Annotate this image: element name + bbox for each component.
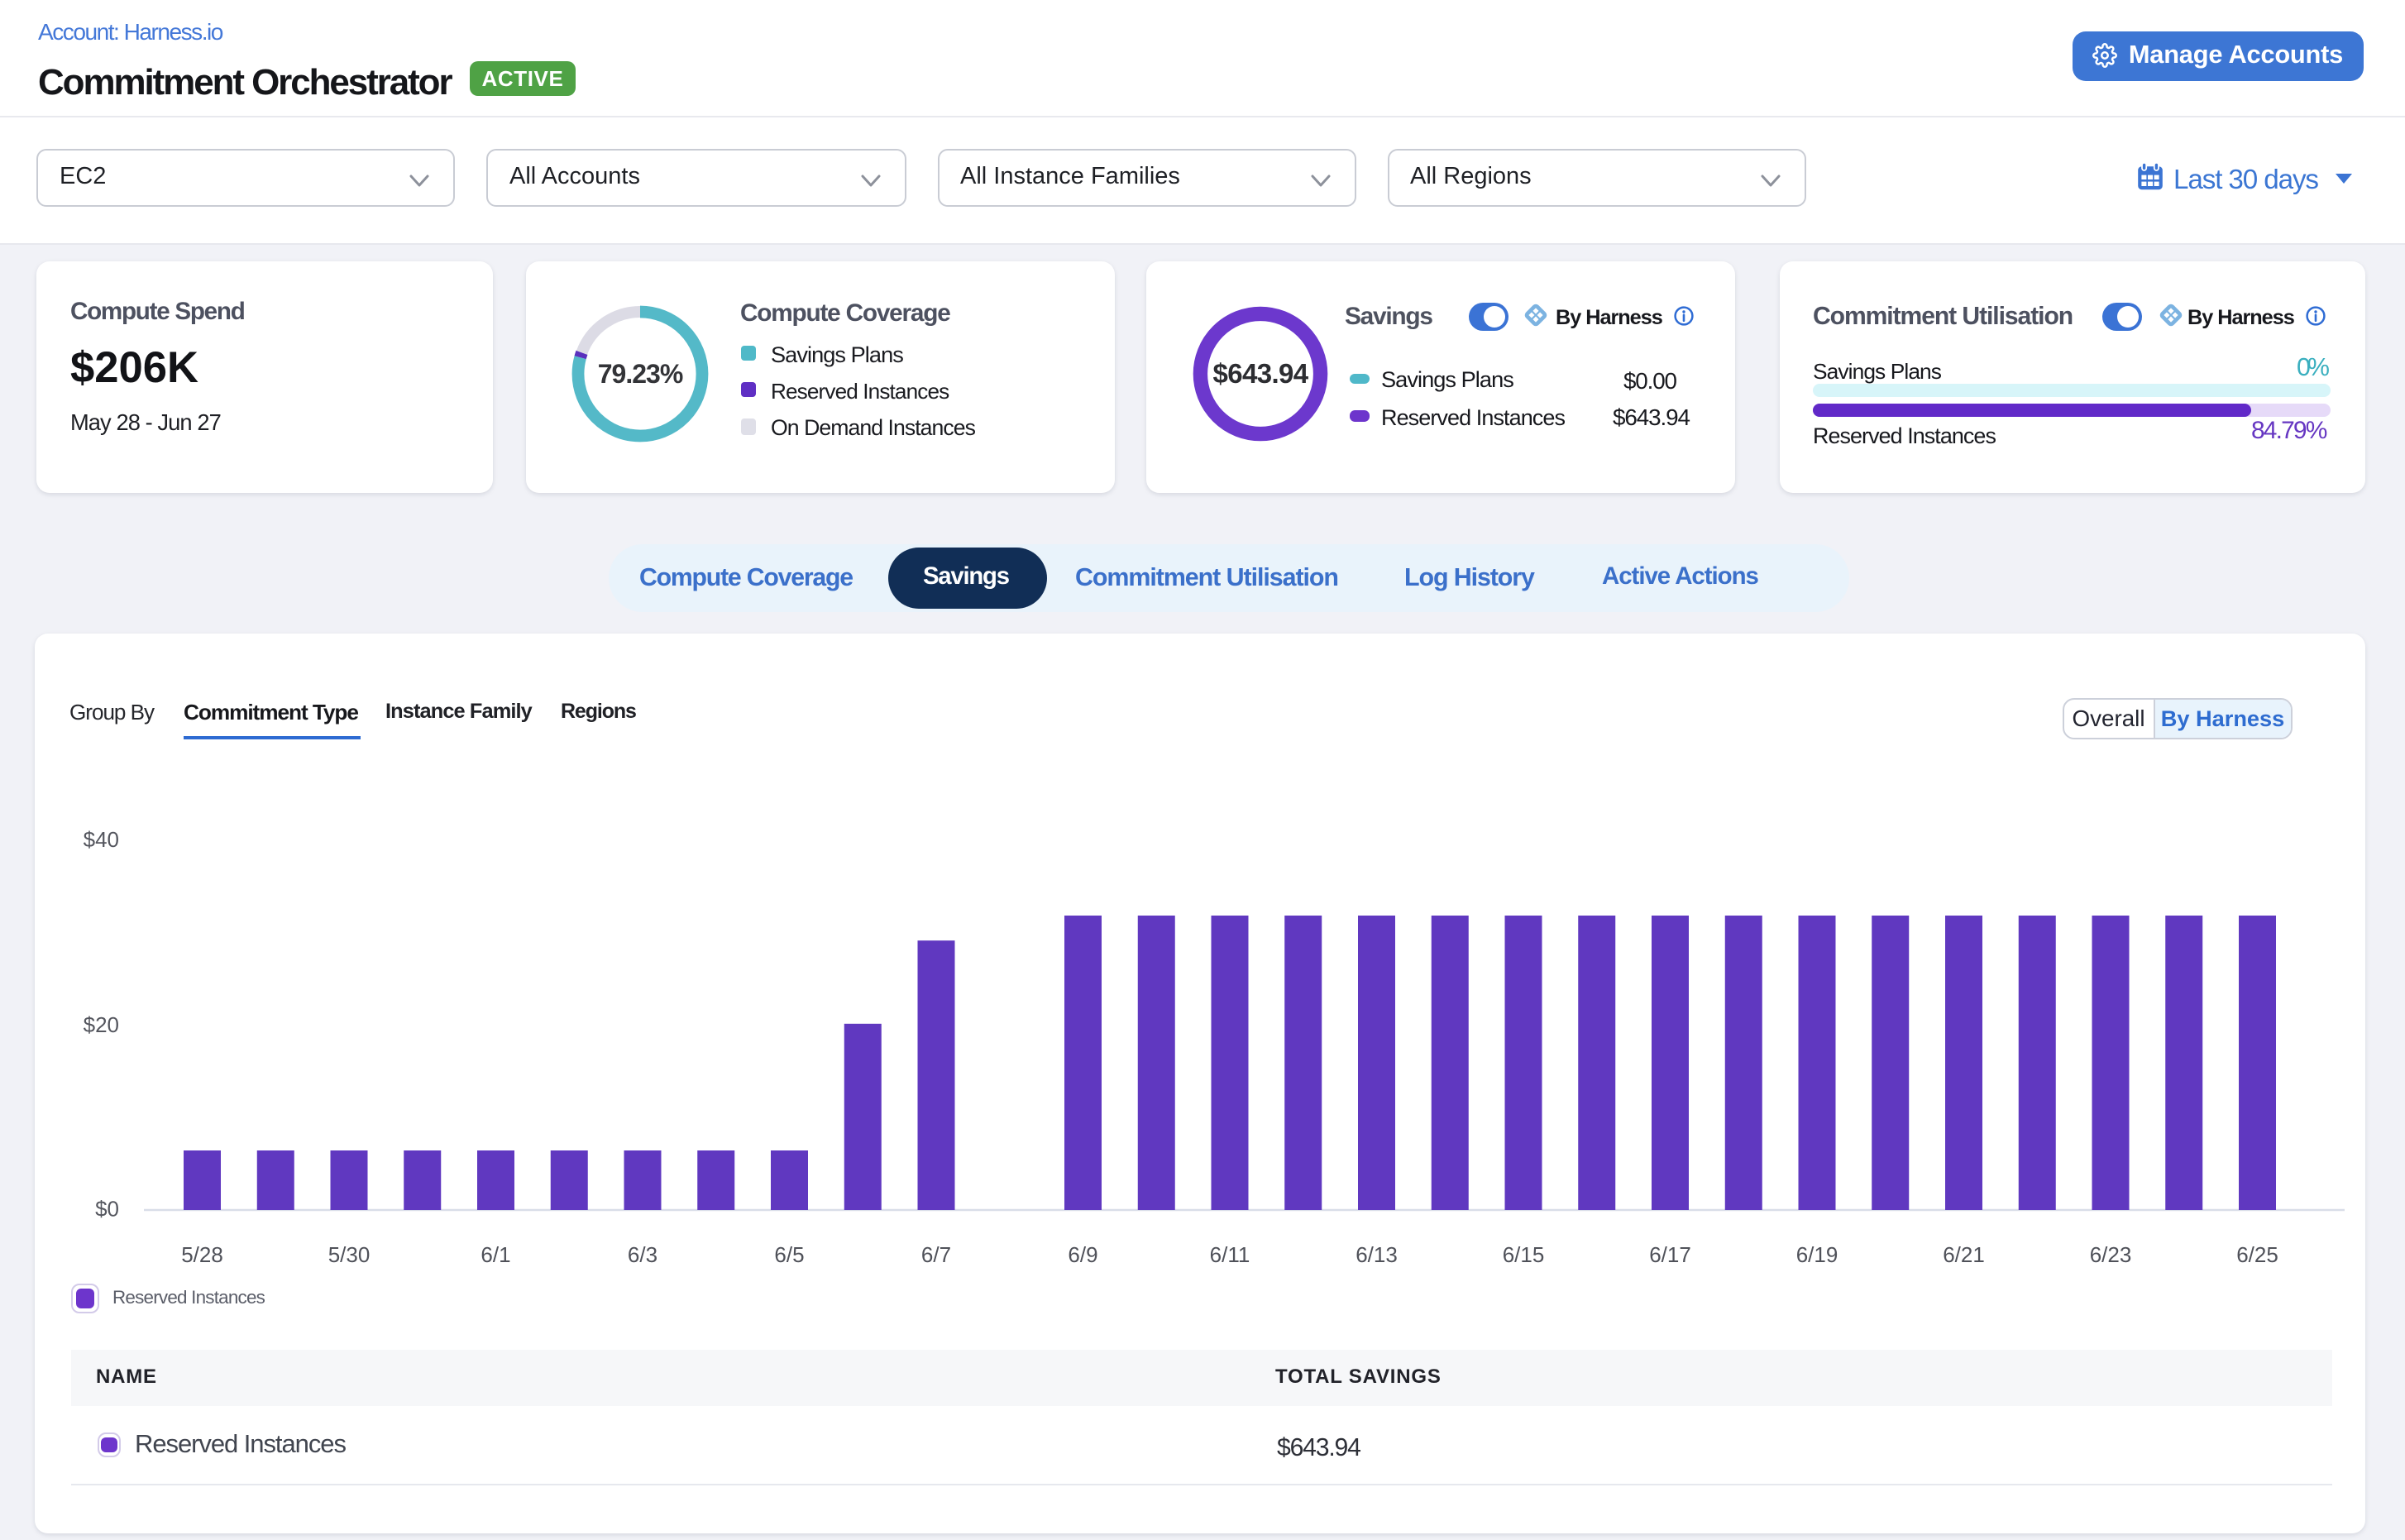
svg-text:$40: $40 [84, 827, 119, 852]
svg-text:6/25: 6/25 [2236, 1242, 2278, 1267]
svg-text:$643.94: $643.94 [1213, 358, 1309, 389]
svg-text:6/11: 6/11 [1210, 1242, 1250, 1267]
svg-text:6/13: 6/13 [1356, 1242, 1398, 1267]
svg-text:6/3: 6/3 [628, 1242, 657, 1267]
svg-text:6/21: 6/21 [1943, 1242, 1985, 1267]
svg-text:$20: $20 [84, 1012, 119, 1037]
svg-text:6/19: 6/19 [1796, 1242, 1838, 1267]
svg-text:6/7: 6/7 [921, 1242, 951, 1267]
svg-text:6/17: 6/17 [1649, 1242, 1691, 1267]
svg-text:6/9: 6/9 [1068, 1242, 1097, 1267]
svg-text:6/15: 6/15 [1503, 1242, 1545, 1267]
svg-text:79.23%: 79.23% [598, 358, 683, 388]
svg-text:$0: $0 [95, 1196, 119, 1221]
svg-text:6/5: 6/5 [774, 1242, 804, 1267]
svg-text:6/23: 6/23 [2090, 1242, 2132, 1267]
svg-text:6/1: 6/1 [481, 1242, 510, 1267]
svg-text:5/28: 5/28 [181, 1242, 223, 1267]
svg-text:5/30: 5/30 [328, 1242, 371, 1267]
